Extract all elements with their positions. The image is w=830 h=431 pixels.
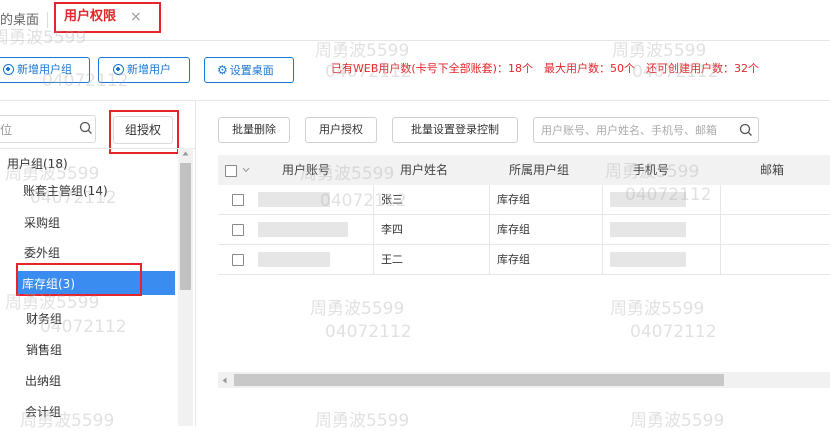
batch-delete-button[interactable]: 批量删除: [218, 117, 290, 143]
toolbar-divider: [0, 100, 830, 101]
column-divider: [373, 185, 374, 275]
row-checkbox[interactable]: [232, 254, 244, 266]
row-checkbox[interactable]: [232, 194, 244, 206]
cell-name: 王二: [381, 253, 403, 266]
panel-divider: [195, 100, 196, 426]
add-user-label: 新增用户: [127, 63, 171, 76]
tree-item[interactable]: 采购组: [24, 215, 60, 231]
watermark-name: 周勇波5599: [610, 299, 705, 319]
cell-group: 库存组: [497, 253, 530, 266]
watermark-name: 周勇波5599: [310, 299, 405, 319]
account-redacted: [258, 252, 330, 267]
group-auth-button[interactable]: 组授权: [113, 116, 173, 144]
phone-redacted: [610, 222, 686, 237]
cell-name: 李四: [381, 223, 403, 236]
tree-item[interactable]: 销售组: [26, 342, 62, 358]
tab-separator: [47, 12, 48, 28]
table-scrollbar-thumb[interactable]: [234, 374, 724, 386]
tree-selected-highlight: [16, 263, 142, 296]
column-header-name[interactable]: 用户姓名: [400, 163, 448, 177]
tab-desktop[interactable]: 的桌面: [0, 8, 39, 34]
watermark-number: 04072112: [630, 322, 717, 342]
phone-redacted: [610, 252, 686, 267]
account-redacted: [258, 192, 330, 207]
account-redacted: [258, 222, 348, 237]
row-checkbox[interactable]: [232, 224, 244, 236]
user-auth-button[interactable]: 用户授权: [305, 117, 377, 143]
scroll-up-icon[interactable]: [181, 150, 190, 157]
search-icon[interactable]: [78, 120, 94, 136]
tree-item[interactable]: 账套主管组(14): [23, 183, 108, 199]
cell-group: 库存组: [497, 193, 530, 206]
gear-icon: ⚙: [217, 63, 228, 77]
batch-login-control-button[interactable]: 批量设置登录控制: [392, 117, 518, 143]
column-divider: [489, 185, 490, 275]
select-all-checkbox[interactable]: [225, 165, 237, 177]
set-desktop-button[interactable]: ⚙ 设置桌面: [204, 57, 294, 83]
group-search-placeholder: 位: [0, 123, 13, 137]
cell-group: 库存组: [497, 223, 530, 236]
plus-circle-icon: [3, 64, 14, 75]
tree-item[interactable]: 财务组: [26, 311, 62, 327]
watermark-name: 周勇波5599: [315, 41, 410, 61]
user-search-placeholder: 用户账号、用户姓名、手机号、邮箱: [541, 124, 717, 137]
chevron-down-icon[interactable]: [242, 167, 250, 173]
set-desktop-label: 设置桌面: [229, 64, 274, 77]
watermark-name: 周勇波5599: [315, 411, 410, 431]
left-search-divider: [0, 148, 195, 149]
column-divider: [602, 185, 603, 275]
tree-item[interactable]: 会计组: [25, 404, 61, 420]
watermark-name: 周勇波5599: [612, 41, 707, 61]
tree-root-user-group[interactable]: 用户组(18): [7, 156, 68, 172]
watermark-name: 周勇波5599: [5, 293, 100, 313]
tree-item[interactable]: 委外组: [24, 245, 60, 261]
plus-circle-icon: [113, 64, 124, 75]
column-header-email[interactable]: 邮箱: [760, 163, 784, 177]
cell-name: 张三: [381, 193, 403, 206]
tree-scrollbar-thumb[interactable]: [180, 163, 191, 290]
add-user-group-button[interactable]: 新增用户组: [0, 57, 90, 83]
column-header-group[interactable]: 所属用户组: [509, 163, 569, 177]
column-divider: [720, 185, 721, 275]
add-user-button[interactable]: 新增用户: [98, 57, 190, 83]
tab-close-icon[interactable]: ×: [130, 9, 142, 25]
watermark-name: 周勇波5599: [630, 411, 725, 431]
tab-user-permission[interactable]: 用户权限: [64, 8, 116, 26]
column-header-account[interactable]: 用户账号: [282, 163, 330, 177]
user-count-info: 已有WEB用户数(卡号下全部账套)：18个 最大用户数：50个 还可创建用户数：…: [331, 62, 759, 75]
add-user-group-label: 新增用户组: [17, 63, 72, 76]
watermark-number: 04072112: [325, 322, 412, 342]
phone-redacted: [610, 192, 686, 207]
column-header-phone[interactable]: 手机号: [633, 163, 669, 177]
tree-item[interactable]: 出纳组: [25, 373, 61, 389]
scroll-left-icon[interactable]: [221, 376, 228, 385]
search-icon[interactable]: [738, 122, 754, 138]
